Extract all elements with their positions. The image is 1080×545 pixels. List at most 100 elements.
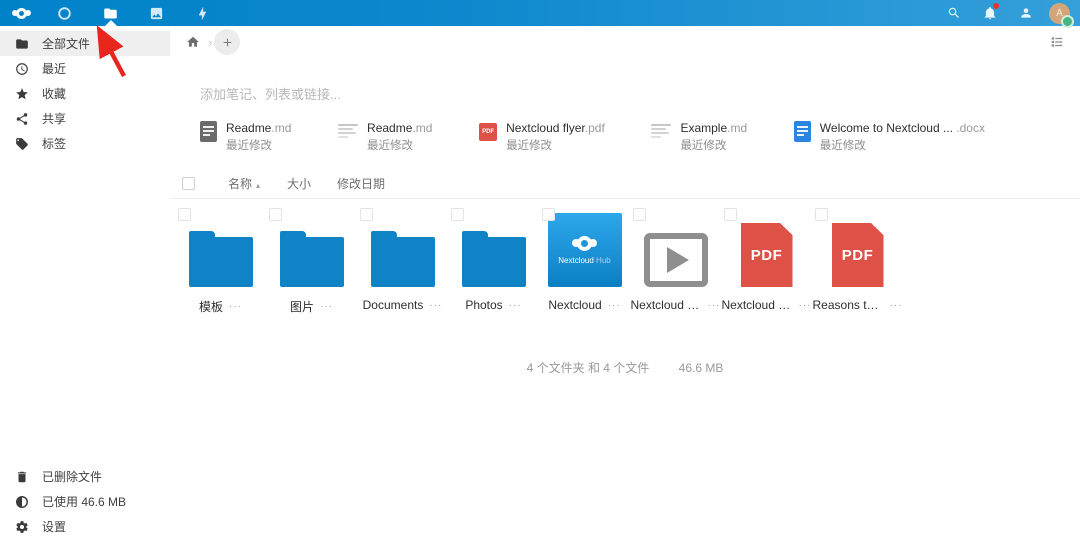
recent-modified-label: 最近修改 <box>367 140 414 152</box>
recommended-file[interactable]: Welcome to Nextcloud ... .docx 最近修改 <box>793 121 985 153</box>
file-name: Nextcloud <box>548 298 602 312</box>
nextcloud-logo-icon <box>572 235 597 251</box>
grid-item-folder[interactable]: 模板 ··· <box>175 205 266 315</box>
nextcloud-logo-icon[interactable] <box>12 7 31 19</box>
trash-icon <box>17 471 27 482</box>
sidebar-item-deleted-files[interactable]: 已删除文件 <box>0 464 170 489</box>
file-checkbox[interactable] <box>360 208 373 221</box>
file-checkbox[interactable] <box>269 208 282 221</box>
file-name: Reasons to us... <box>812 298 884 312</box>
file-checkbox[interactable] <box>178 208 191 221</box>
column-modified[interactable]: 修改日期 <box>337 175 385 192</box>
dashboard-app-icon[interactable] <box>49 0 80 26</box>
recent-modified-label: 最近修改 <box>680 140 727 152</box>
share-icon <box>16 112 28 125</box>
folder-icon <box>461 231 526 287</box>
file-list-header: 名称 ▴ 大小 修改日期 <box>170 169 1080 199</box>
star-icon <box>16 87 28 99</box>
file-actions-menu[interactable]: ··· <box>229 301 242 312</box>
grid-item-image[interactable]: Nextcloud Hub Nextcloud ··· <box>539 205 630 315</box>
notification-badge <box>993 3 999 9</box>
grid-item-pdf[interactable]: PDF Nextcloud M... ··· <box>721 205 812 315</box>
active-app-indicator <box>104 20 117 26</box>
add-notes-input[interactable]: 添加笔记、列表或链接... <box>200 84 1080 103</box>
pdf-file-icon: PDF <box>479 123 498 141</box>
file-count-summary: 4 个文件夹 和 4 个文件 46.6 MB <box>170 359 1080 376</box>
file-checkbox[interactable] <box>451 208 464 221</box>
sidebar-item-shares[interactable]: 共享 <box>0 106 170 131</box>
folder-icon <box>370 231 435 287</box>
file-actions-menu[interactable]: ··· <box>429 300 442 311</box>
file-checkbox[interactable] <box>815 208 828 221</box>
recommended-files: Readme.md 最近修改 Readme.md 最近修改 PDF Nextcl… <box>200 121 985 153</box>
sidebar-item-label: 设置 <box>42 520 67 534</box>
grid-item-folder[interactable]: Documents ··· <box>357 205 448 315</box>
file-actions-menu[interactable]: ··· <box>799 300 812 311</box>
files-sidebar: 全部文件 最近 收藏 共享 标签 已删除文件 已使用 46.6 MB 设置 <box>0 26 170 545</box>
file-grid: 模板 ··· 图片 ··· Documents ··· Photos ··· N… <box>170 199 1080 315</box>
folder-icon <box>188 231 253 287</box>
grid-item-pdf[interactable]: PDF Reasons to us... ··· <box>812 205 903 315</box>
file-name: Nextcloud int... <box>630 298 702 312</box>
docx-file-icon <box>793 121 811 142</box>
column-name[interactable]: 名称 ▴ <box>228 175 260 192</box>
sidebar-item-label: 已使用 46.6 MB <box>42 495 127 509</box>
file-checkbox[interactable] <box>542 208 555 221</box>
recommended-file[interactable]: Readme.md 最近修改 <box>338 121 432 153</box>
home-icon[interactable] <box>180 29 206 55</box>
folder-icon <box>16 38 28 49</box>
folder-icon <box>279 231 344 287</box>
files-app-icon[interactable] <box>95 0 126 26</box>
new-file-button[interactable] <box>214 29 241 55</box>
file-actions-menu[interactable]: ··· <box>890 300 903 311</box>
file-name: 图片 <box>289 300 314 314</box>
sidebar-item-tags[interactable]: 标签 <box>0 131 170 156</box>
recommended-file[interactable]: Example.md 最近修改 <box>651 121 747 153</box>
file-actions-menu[interactable]: ··· <box>320 301 333 312</box>
sidebar-item-favorites[interactable]: 收藏 <box>0 81 170 106</box>
sidebar-item-all-files[interactable]: 全部文件 <box>0 31 170 56</box>
recommended-file[interactable]: Readme.md 最近修改 <box>200 121 291 153</box>
quota-icon <box>16 495 28 508</box>
video-play-icon <box>643 233 708 287</box>
grid-item-video[interactable]: Nextcloud int... ··· <box>630 205 721 315</box>
sidebar-item-label: 共享 <box>42 112 67 126</box>
sidebar-item-label: 全部文件 <box>42 37 91 51</box>
grid-item-folder[interactable]: Photos ··· <box>448 205 539 315</box>
recommended-file[interactable]: PDF Nextcloud flyer.pdf 最近修改 <box>479 121 605 153</box>
activity-app-icon[interactable] <box>187 0 218 26</box>
top-bar: A <box>0 0 1080 28</box>
pdf-file-icon: PDF <box>831 223 884 287</box>
contacts-icon[interactable] <box>1013 0 1039 26</box>
notifications-bell-icon[interactable] <box>977 0 1003 26</box>
summary-size: 46.6 MB <box>678 361 724 375</box>
grid-item-folder[interactable]: 图片 ··· <box>266 205 357 315</box>
sidebar-item-label: 收藏 <box>42 87 67 101</box>
file-checkbox[interactable] <box>724 208 737 221</box>
sidebar-item-label: 最近 <box>42 62 67 76</box>
text-preview-icon <box>651 124 672 140</box>
column-size[interactable]: 大小 <box>287 175 311 192</box>
pdf-file-icon: PDF <box>740 223 793 287</box>
photos-app-icon[interactable] <box>141 0 172 26</box>
select-all-checkbox[interactable] <box>182 177 195 190</box>
clock-icon <box>16 62 28 75</box>
list-view-toggle-icon[interactable] <box>1044 29 1070 55</box>
file-name: Photos <box>465 298 503 312</box>
file-actions-menu[interactable]: ··· <box>509 300 522 311</box>
file-checkbox[interactable] <box>633 208 646 221</box>
file-actions-menu[interactable]: ··· <box>608 300 621 311</box>
sidebar-item-label: 标签 <box>42 137 67 151</box>
search-icon[interactable] <box>941 0 967 26</box>
file-name: 模板 <box>198 300 223 314</box>
file-name: Nextcloud M... <box>721 298 793 312</box>
sidebar-item-recent[interactable]: 最近 <box>0 56 170 81</box>
avatar[interactable]: A <box>1049 2 1074 28</box>
sidebar-item-settings[interactable]: 设置 <box>0 514 170 539</box>
text-preview-icon <box>338 124 359 140</box>
summary-counts: 4 个文件夹 和 4 个文件 <box>526 361 650 375</box>
recent-modified-label: 最近修改 <box>819 140 866 152</box>
file-actions-menu[interactable]: ··· <box>708 300 721 311</box>
sidebar-item-quota[interactable]: 已使用 46.6 MB <box>0 489 170 514</box>
plus-icon <box>223 38 232 46</box>
